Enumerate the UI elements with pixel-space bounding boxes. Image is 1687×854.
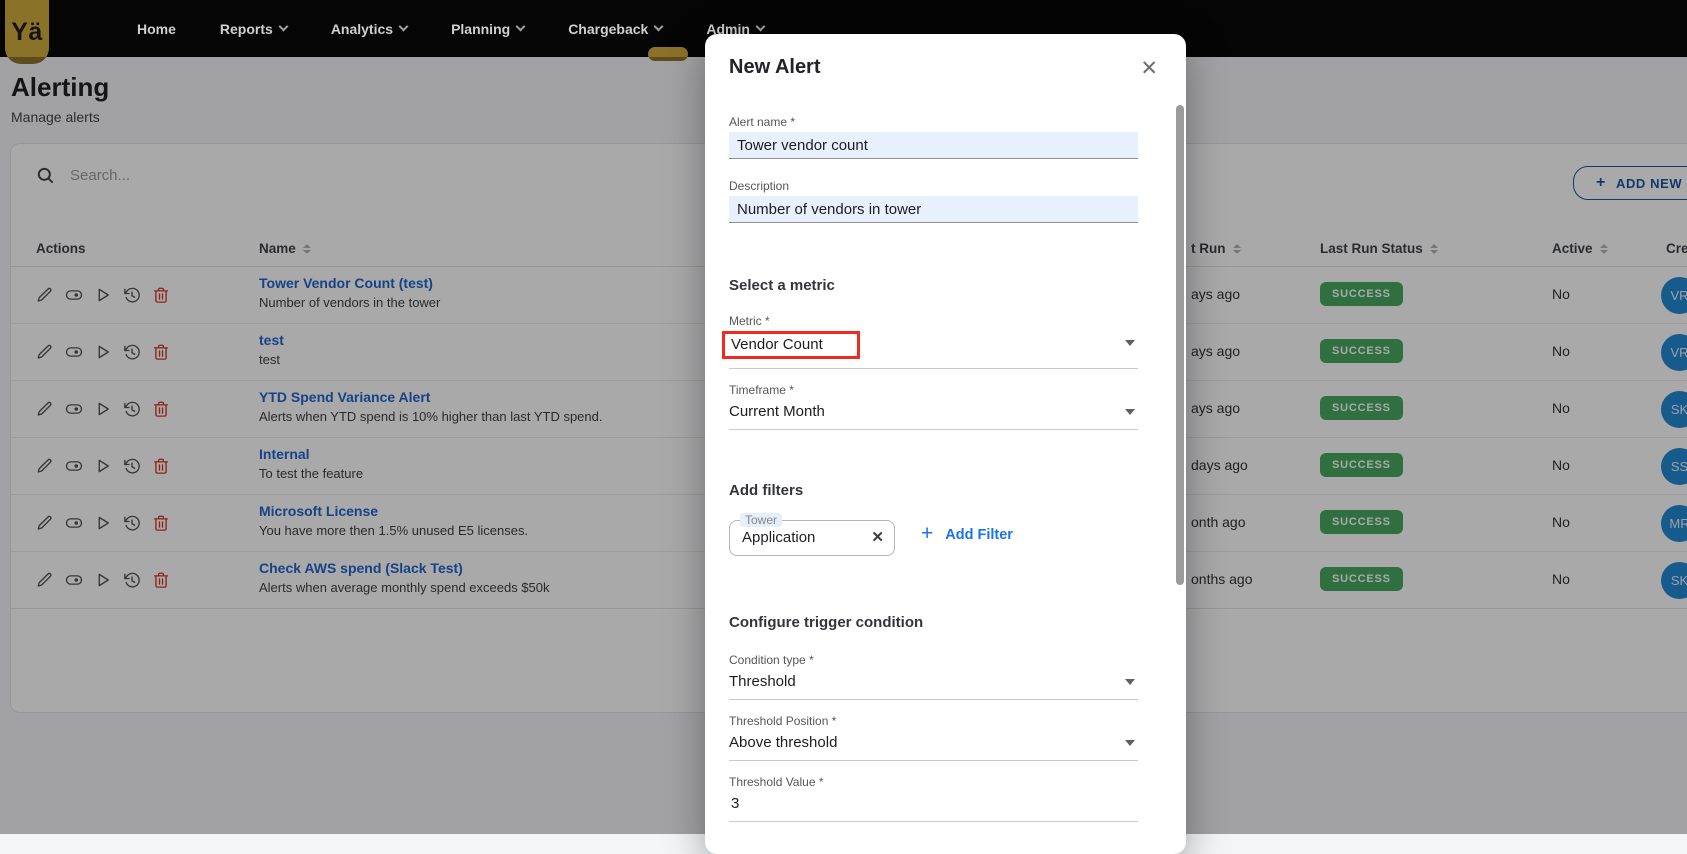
filter-chip-value: Application	[742, 529, 815, 546]
chevron-down-icon	[278, 22, 288, 32]
required-mark: *	[765, 314, 770, 328]
dropdown-arrow-icon	[1125, 740, 1135, 746]
chevron-down-icon	[654, 22, 664, 32]
metric-label: Metric *	[729, 314, 1138, 328]
chevron-down-icon	[755, 22, 765, 32]
section-select-metric: Select a metric	[729, 277, 1138, 294]
required-mark: *	[809, 653, 814, 667]
red-highlight-box: Vendor Count	[722, 331, 860, 359]
condition-type-label: Condition type *	[729, 653, 1138, 667]
timeframe-group: Timeframe * Current Month	[729, 383, 1138, 430]
required-mark: *	[832, 714, 837, 728]
nav-item-analytics[interactable]: Analytics	[331, 21, 407, 37]
threshold-position-select[interactable]: Above threshold	[729, 731, 1138, 761]
nav-item-chargeback[interactable]: Chargeback	[568, 21, 662, 37]
nav-item-home[interactable]: Home	[137, 21, 176, 37]
threshold-position-label: Threshold Position *	[729, 714, 1138, 728]
new-alert-modal: New Alert ✕ Alert name * Description Sel…	[705, 34, 1186, 854]
condition-type-select[interactable]: Threshold	[729, 670, 1138, 700]
metric-select[interactable]: Vendor Count	[729, 331, 1138, 369]
threshold-position-group: Threshold Position * Above threshold	[729, 714, 1138, 761]
section-trigger-condition: Configure trigger condition	[729, 614, 1138, 631]
modal-title: New Alert	[729, 56, 1138, 79]
condition-type-group: Condition type * Threshold	[729, 653, 1138, 700]
dropdown-arrow-icon	[1125, 409, 1135, 415]
threshold-value-label: Threshold Value *	[729, 775, 1138, 789]
brand-logo[interactable]: Yä	[5, 0, 49, 64]
required-mark: *	[819, 775, 824, 789]
modal-scrollbar[interactable]	[1176, 105, 1184, 585]
description-group: Description	[729, 179, 1138, 223]
nav-item-reports[interactable]: Reports	[220, 21, 287, 37]
alert-name-label: Alert name *	[729, 115, 1138, 129]
tower-filter-chip[interactable]: Tower Application ✕	[729, 513, 895, 556]
filter-chip-legend: Tower	[740, 513, 782, 527]
chevron-down-icon	[516, 22, 526, 32]
clear-filter-icon[interactable]: ✕	[871, 528, 884, 546]
required-mark: *	[790, 115, 795, 129]
timeframe-label: Timeframe *	[729, 383, 1138, 397]
plus-icon: +	[921, 522, 933, 546]
alert-name-group: Alert name *	[729, 115, 1138, 159]
close-icon[interactable]: ✕	[1140, 58, 1158, 79]
chevron-down-icon	[399, 22, 409, 32]
filter-row: Tower Application ✕ + Add Filter	[729, 513, 1138, 556]
metric-group: Metric * Vendor Count	[729, 314, 1138, 369]
threshold-value-group: Threshold Value * 3	[729, 775, 1138, 822]
timeframe-select[interactable]: Current Month	[729, 400, 1138, 430]
required-mark: *	[789, 383, 794, 397]
alert-name-field[interactable]	[729, 132, 1138, 159]
threshold-value-field[interactable]: 3	[729, 792, 1138, 822]
section-add-filters: Add filters	[729, 482, 1138, 499]
nav-item-planning[interactable]: Planning	[451, 21, 524, 37]
description-field[interactable]	[729, 196, 1138, 223]
description-label: Description	[729, 179, 1138, 193]
dropdown-arrow-icon	[1125, 679, 1135, 685]
add-filter-button[interactable]: + Add Filter	[921, 524, 1013, 546]
dropdown-arrow-icon	[1125, 340, 1135, 346]
